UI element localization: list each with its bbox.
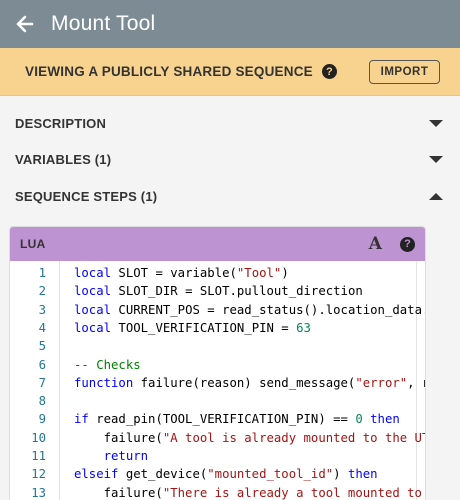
section-label: SEQUENCE STEPS (1) — [15, 188, 158, 204]
line-number: 2 — [38, 284, 46, 299]
code-line[interactable]: 11 return — [10, 447, 425, 465]
line-number: 6 — [38, 357, 46, 372]
code-text: failure("A tool is already mounted to th… — [74, 430, 425, 445]
back-arrow-icon[interactable] — [15, 14, 35, 34]
line-number: 11 — [31, 449, 46, 463]
section-variables[interactable]: VARIABLES (1) — [15, 147, 445, 171]
code-text: return — [103, 449, 149, 463]
code-text: local SLOT = variable("Tool") — [74, 266, 289, 280]
code-area[interactable]: 1 local SLOT = variable("Tool") 2 local SLO… — [10, 261, 425, 500]
language-label: LUA — [20, 237, 46, 251]
code-line[interactable]: 9 if read_pin(TOOL_VERIFICATION_PIN) == 0… — [10, 410, 425, 428]
page-title: Mount Tool — [51, 12, 156, 35]
section-description[interactable]: DESCRIPTION — [15, 111, 445, 135]
code-line[interactable]: 12 elseif get_device("mounted_tool_id") t… — [10, 465, 425, 483]
line-number: 3 — [38, 302, 46, 317]
code-text: local CURRENT_POS = read_status().locati… — [74, 302, 425, 317]
line-number: 7 — [38, 375, 46, 390]
shared-sequence-banner: VIEWING A PUBLICLY SHARED SEQUENCE ? IMP… — [0, 48, 460, 96]
code-line[interactable]: 4 local TOOL_VERIFICATION_PIN = 63 — [10, 319, 425, 337]
line-number: 10 — [31, 430, 46, 445]
chevron-down-icon[interactable] — [429, 119, 443, 127]
code-line[interactable]: 7 function failure(reason) send_message("… — [10, 374, 425, 392]
line-number: 8 — [38, 394, 46, 409]
font-size-icon[interactable]: A — [369, 234, 382, 254]
code-line[interactable]: 8 — [10, 392, 425, 410]
code-text: function failure(reason) send_message("e… — [74, 375, 425, 390]
import-button[interactable]: IMPORT — [369, 60, 440, 84]
code-text: local TOOL_VERIFICATION_PIN = 63 — [74, 320, 311, 335]
code-text: local SLOT_DIR = SLOT.pullout_direction — [74, 284, 363, 299]
code-text: if read_pin(TOOL_VERIFICATION_PIN) == 0 … — [74, 412, 400, 427]
code-line[interactable]: 13 failure("There is already a tool moun… — [10, 484, 425, 500]
top-bar: Mount Tool — [0, 0, 460, 48]
chevron-down-icon[interactable] — [429, 155, 443, 163]
line-number: 4 — [38, 320, 46, 335]
code-text: elseif get_device("mounted_tool_id") the… — [74, 467, 378, 482]
code-line[interactable]: 1 local SLOT = variable("Tool") — [10, 264, 425, 282]
line-number: 9 — [38, 412, 46, 427]
line-number: 5 — [38, 339, 46, 354]
chevron-up-icon[interactable] — [429, 192, 443, 200]
lua-step-editor: LUA A ? 1 local SLOT = variable("Tool") 2 l… — [10, 227, 425, 500]
help-icon[interactable]: ? — [321, 64, 337, 79]
code-text: failure("There is already a tool mounted… — [74, 485, 422, 500]
code-line[interactable]: 5 — [10, 337, 425, 355]
line-number: 12 — [31, 467, 46, 482]
code-text: -- Checks — [74, 357, 141, 372]
section-label: VARIABLES (1) — [15, 151, 112, 167]
code-line[interactable]: 10 failure("A tool is already mounted to… — [10, 429, 425, 447]
line-number: 13 — [31, 485, 46, 500]
banner-text: VIEWING A PUBLICLY SHARED SEQUENCE — [25, 64, 313, 79]
code-line[interactable]: 6 -- Checks — [10, 356, 425, 374]
line-number: 1 — [38, 266, 46, 280]
code-line[interactable]: 2 local SLOT_DIR = SLOT.pullout_direction — [10, 282, 425, 300]
section-label: DESCRIPTION — [15, 115, 107, 131]
editor-header: LUA A ? — [10, 227, 425, 261]
section-sequence-steps[interactable]: SEQUENCE STEPS (1) — [15, 184, 445, 208]
code-line[interactable]: 3 local CURRENT_POS = read_status().locat… — [10, 301, 425, 319]
help-icon[interactable]: ? — [400, 236, 415, 252]
